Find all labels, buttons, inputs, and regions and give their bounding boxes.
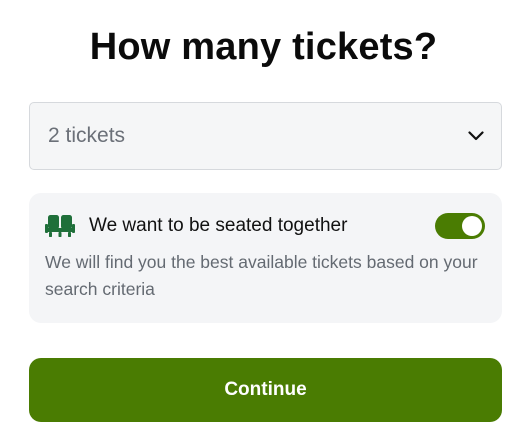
seat-icon [45, 213, 75, 239]
seated-together-label: We want to be seated together [89, 215, 348, 236]
ticket-count-value: 2 tickets [48, 124, 126, 147]
seated-together-row: We want to be seated together [45, 211, 486, 241]
seated-together-description: We will find you the best available tick… [45, 252, 478, 299]
seated-together-toggle[interactable] [435, 213, 485, 239]
seated-together-card: We want to be seated together We will fi… [29, 193, 502, 323]
continue-button[interactable]: Continue [29, 358, 502, 422]
toggle-knob [462, 216, 482, 236]
page-title: How many tickets? [89, 26, 438, 68]
ticket-count-select[interactable]: 2 tickets [29, 102, 502, 170]
chevron-down-icon [467, 127, 485, 145]
